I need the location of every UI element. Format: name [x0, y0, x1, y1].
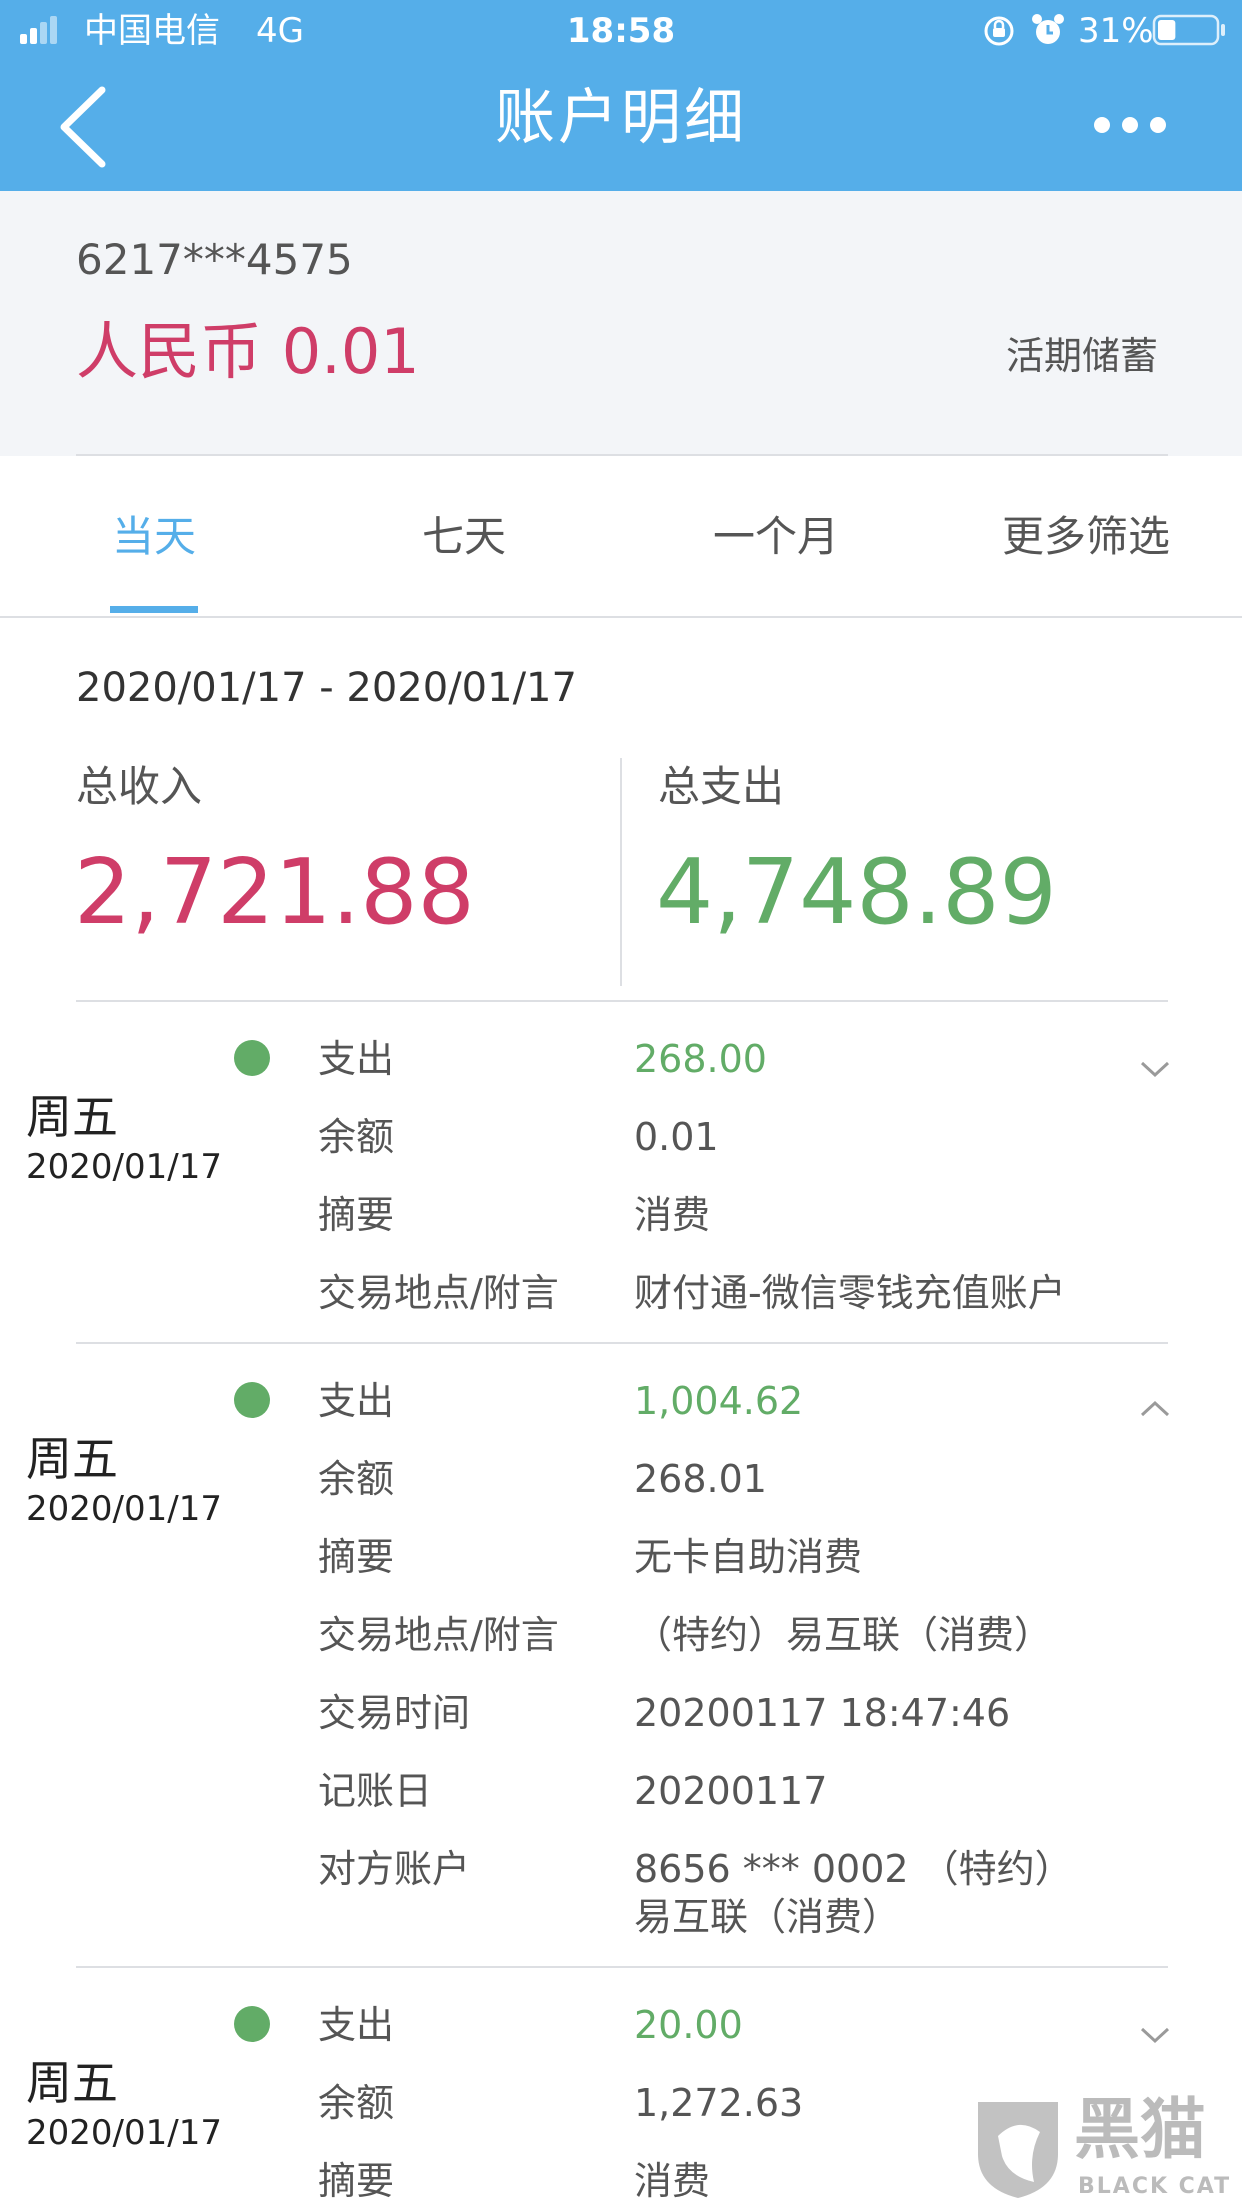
time-value: 20200117 18:47:46 — [634, 1691, 1011, 1735]
type-label: 支出 — [318, 1037, 395, 1081]
carrier-label: 中国电信 — [84, 11, 220, 51]
income-label: 总收入 — [76, 762, 203, 811]
type-label: 支出 — [318, 1379, 395, 1423]
post-date-label: 记账日 — [318, 1769, 433, 1813]
header-bar: 中国电信 4G 18:58 31% 账户明细 — [0, 0, 1242, 191]
post-date-value: 20200117 — [634, 1769, 828, 1813]
status-dot — [234, 2006, 270, 2042]
income-value: 2,721.88 — [74, 840, 475, 945]
filter-tabs: 当天 七天 一个月 更多筛选 — [0, 456, 1242, 616]
balance-value: 1,272.63 — [634, 2081, 804, 2125]
chevron-down-icon[interactable] — [1138, 2024, 1172, 2050]
chevron-down-icon[interactable] — [1138, 1058, 1172, 1084]
alarm-icon — [1030, 12, 1066, 48]
balance-label: 余额 — [318, 2081, 395, 2125]
type-label: 支出 — [318, 2003, 395, 2047]
summary-divider — [620, 758, 622, 986]
cat-shield-icon — [978, 2102, 1058, 2198]
active-tab-indicator — [110, 606, 198, 613]
orientation-lock-icon — [982, 14, 1016, 48]
tab-seven-days[interactable]: 七天 — [314, 516, 614, 558]
watermark-text-cn: 黑猫 — [1074, 2091, 1206, 2168]
place-label: 交易地点/附言 — [318, 1613, 559, 1657]
summary-label: 摘要 — [318, 2159, 395, 2203]
amount-value: 1,004.62 — [634, 1379, 804, 1423]
date-range: 2020/01/17 - 2020/01/17 — [76, 665, 577, 711]
watermark-text-en: BLACK CAT — [1078, 2174, 1232, 2199]
page-title: 账户明细 — [495, 83, 747, 153]
transaction-date: 2020/01/17 — [26, 1147, 222, 1187]
transaction-weekday: 周五 — [26, 2056, 118, 2110]
account-number: 6217***4575 — [76, 235, 353, 284]
balance-label: 余额 — [318, 1457, 395, 1501]
battery-icon — [1152, 12, 1228, 48]
signal-icon — [20, 14, 60, 44]
account-card: 6217***4575 人民币 0.01 活期储蓄 — [0, 191, 1242, 456]
transaction-weekday: 周五 — [26, 1090, 118, 1144]
network-label: 4G — [256, 11, 304, 51]
summary-value: 消费 — [634, 1193, 711, 1237]
transaction-item[interactable]: 周五 2020/01/17 支出 268.00 余额 0.01 摘要 消费 交易… — [0, 1002, 1242, 1342]
place-label: 交易地点/附言 — [318, 1271, 559, 1315]
account-type: 活期储蓄 — [1006, 334, 1159, 378]
counterparty-label: 对方账户 — [318, 1847, 471, 1891]
tab-more-filters[interactable]: 更多筛选 — [936, 516, 1236, 558]
time-label: 交易时间 — [318, 1691, 471, 1735]
status-dot — [234, 1382, 270, 1418]
tab-one-month[interactable]: 一个月 — [626, 516, 926, 558]
transaction-date: 2020/01/17 — [26, 1489, 222, 1529]
chevron-up-icon[interactable] — [1138, 1398, 1172, 1424]
place-value: 财付通-微信零钱充值账户 — [634, 1271, 1066, 1315]
balance-label: 余额 — [318, 1115, 395, 1159]
place-value: （特约）易互联（消费） — [634, 1613, 1053, 1657]
watermark-logo: 黑猫 BLACK CAT — [968, 2096, 1230, 2200]
transaction-weekday: 周五 — [26, 1432, 118, 1486]
counterparty-value: 8656 *** 0002 （特约） — [634, 1847, 1073, 1891]
tab-today[interactable]: 当天 — [4, 516, 304, 558]
divider — [0, 616, 1242, 618]
summary-label: 摘要 — [318, 1535, 395, 1579]
balance-value: 0.01 — [634, 1115, 719, 1159]
transaction-item[interactable]: 周五 2020/01/17 支出 1,004.62 余额 268.01 摘要 无… — [0, 1344, 1242, 1964]
more-icon[interactable] — [1090, 110, 1170, 140]
summary-value: 消费 — [634, 2159, 711, 2203]
counterparty-value-line2: 易互联（消费） — [634, 1895, 901, 1939]
amount-value: 20.00 — [634, 2003, 743, 2047]
summary-value: 无卡自助消费 — [634, 1535, 863, 1579]
clock: 18:58 — [566, 11, 676, 51]
status-dot — [234, 1040, 270, 1076]
battery-percent: 31% — [1078, 11, 1154, 51]
balance-value: 268.01 — [634, 1457, 767, 1501]
account-balance: 人民币 0.01 — [76, 315, 420, 388]
expense-value: 4,748.89 — [656, 840, 1057, 945]
transaction-date: 2020/01/17 — [26, 2113, 222, 2153]
summary-label: 摘要 — [318, 1193, 395, 1237]
amount-value: 268.00 — [634, 1037, 767, 1081]
expense-label: 总支出 — [658, 762, 785, 811]
